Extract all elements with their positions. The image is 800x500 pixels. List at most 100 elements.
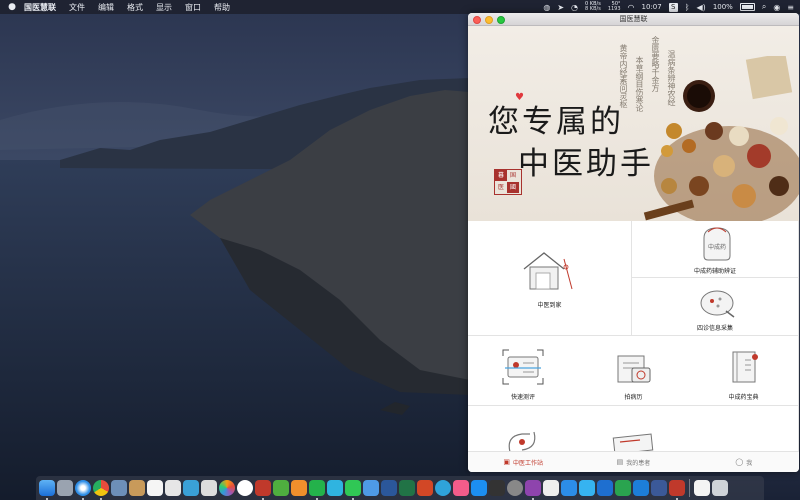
system-preferences-icon[interactable] — [507, 480, 523, 496]
close-button[interactable] — [473, 16, 481, 24]
calendar-icon[interactable] — [147, 480, 163, 496]
menu-view[interactable]: 显示 — [156, 2, 172, 13]
zoom-button[interactable] — [497, 16, 505, 24]
seal-char: 國 — [507, 182, 519, 193]
telegram-icon[interactable] — [435, 480, 451, 496]
medicine-bag-icon: 中成药 — [703, 227, 731, 261]
documents-icon[interactable] — [694, 480, 710, 496]
feature-label: 中成药宝典 — [728, 394, 759, 401]
menu-edit[interactable]: 编辑 — [98, 2, 114, 13]
rp-icon[interactable] — [525, 480, 541, 500]
tab-workstation[interactable]: ▣ 中医工作站 — [468, 452, 578, 472]
contacts-icon[interactable] — [201, 480, 217, 496]
wechat-status-icon[interactable]: ◍ — [543, 3, 550, 12]
photos-icon[interactable] — [183, 480, 199, 496]
menu-app-name[interactable]: 国医慧联 — [24, 2, 56, 13]
seal-char: 医 — [497, 184, 504, 191]
vscode-icon[interactable] — [597, 480, 613, 496]
promo-banner[interactable]: 黄帝内经素问灵枢 本草纲目伤寒论 金匮要略千金方 温病条辨神农经 ♥ 您专属的 … — [468, 26, 799, 222]
wechat-icon[interactable] — [345, 480, 361, 500]
patients-icon: ▤ — [616, 458, 624, 466]
menu-format[interactable]: 格式 — [127, 2, 143, 13]
feature-label: 四诊信息采集 — [696, 325, 733, 332]
herbs-illustration — [643, 56, 799, 222]
battery-icon[interactable] — [739, 3, 755, 11]
excel-icon[interactable] — [399, 480, 415, 496]
window-title: 国医慧联 — [619, 15, 648, 23]
safari-icon[interactable] — [75, 480, 91, 500]
reminders-icon[interactable] — [165, 480, 181, 496]
feature-more-1[interactable] — [468, 406, 578, 456]
feature-photo-record[interactable]: 拍病历 — [578, 336, 689, 406]
minimize-button[interactable] — [485, 16, 493, 24]
workstation-icon: ▣ — [503, 458, 510, 466]
powerpoint-icon[interactable] — [417, 480, 433, 496]
red-app-icon[interactable] — [255, 480, 271, 500]
feature-empty — [689, 406, 799, 456]
sensor-readout[interactable]: 50° 1193 — [608, 2, 621, 12]
messages-icon[interactable] — [327, 480, 343, 496]
clock[interactable]: 10:07 — [642, 3, 662, 11]
traffic-lights — [473, 16, 505, 24]
bluetooth-icon[interactable]: ᛒ — [685, 3, 690, 12]
menu-help[interactable]: 帮助 — [214, 2, 230, 13]
feature-four-diagnosis[interactable]: 四诊信息采集 — [632, 278, 799, 336]
window-titlebar[interactable]: 国医慧联 — [468, 13, 799, 26]
dingtalk-icon[interactable] — [633, 480, 649, 496]
camera-record-icon — [617, 355, 651, 383]
feature-more-2[interactable] — [578, 406, 689, 456]
notes-icon[interactable] — [129, 480, 145, 496]
feature-herbal-diagnosis[interactable]: 中成药 中成药辅助辨证 — [632, 221, 799, 278]
network-speed[interactable]: 0 KB/s 8 KB/s — [585, 2, 601, 12]
chrome-icon[interactable] — [93, 480, 109, 500]
app-window: 国医慧联 黄帝内经素问灵枢 本草纲目伤寒论 金匮要略千金方 温病条辨神农经 ♥ … — [468, 13, 799, 472]
feature-label: 中医到家 — [537, 302, 562, 309]
clock-icon[interactable] — [237, 480, 253, 496]
maps-icon[interactable] — [615, 480, 631, 496]
preview-icon[interactable] — [111, 480, 127, 496]
spotlight-icon[interactable]: ⌕ — [762, 2, 766, 12]
sublime-icon[interactable] — [291, 480, 307, 496]
wifi-icon[interactable]: ◠ — [628, 3, 635, 12]
generic-app-icon[interactable] — [543, 480, 559, 496]
tab-label: 中医工作站 — [512, 459, 543, 467]
s-app-icon[interactable]: S — [668, 2, 678, 12]
qq-icon[interactable] — [363, 480, 379, 496]
feature-quick-assessment[interactable]: 快速测评 — [468, 336, 578, 406]
timemachine-status-icon[interactable]: ◔ — [571, 3, 578, 12]
blue-app-icon[interactable] — [651, 480, 667, 496]
photos-app-icon[interactable] — [219, 480, 235, 496]
music-icon[interactable] — [453, 480, 469, 496]
siri-icon[interactable]: ◉ — [773, 3, 780, 12]
teams-icon[interactable] — [579, 480, 595, 496]
diagnosis-bowl-icon — [700, 290, 735, 318]
feature-doctor-home[interactable]: 中医到家 — [468, 221, 632, 336]
menu-file[interactable]: 文件 — [69, 2, 85, 13]
baidu-icon[interactable] — [561, 480, 577, 496]
notification-center-icon[interactable]: ≡ — [787, 3, 794, 12]
battery-percent[interactable]: 100% — [713, 3, 733, 11]
telegram-status-icon[interactable]: ➤ — [557, 3, 564, 12]
guoyi-app-icon[interactable] — [669, 480, 685, 500]
feature-herbal-handbook[interactable]: 中成药宝典 — [689, 336, 799, 406]
volume-icon[interactable]: ◀) — [697, 3, 706, 12]
banner-headline-1: 您专属的 — [488, 104, 624, 140]
seal-char: 暮 — [495, 170, 507, 181]
apple-menu-icon[interactable]: ● — [6, 2, 18, 12]
user-icon: ◯ — [735, 458, 744, 466]
evernote-icon[interactable] — [273, 480, 289, 496]
word-icon[interactable] — [381, 480, 397, 496]
tab-me[interactable]: ◯ 我 — [689, 452, 799, 472]
trash-icon[interactable] — [712, 480, 728, 496]
finder-icon[interactable] — [39, 480, 55, 500]
svg-text:中成药: 中成药 — [708, 243, 726, 251]
tab-my-patients[interactable]: ▤ 我的患者 — [578, 452, 688, 472]
tab-bar: ▣ 中医工作站 ▤ 我的患者 ◯ 我 — [468, 451, 799, 472]
feature-label: 快速测评 — [510, 394, 535, 401]
activity-monitor-icon[interactable] — [489, 480, 505, 496]
feature-label: 中成药辅助辨证 — [693, 268, 736, 275]
app-store-icon[interactable] — [471, 480, 487, 496]
menu-window[interactable]: 窗口 — [185, 2, 201, 13]
pycharm-icon[interactable] — [309, 480, 325, 500]
launchpad-icon[interactable] — [57, 480, 73, 496]
